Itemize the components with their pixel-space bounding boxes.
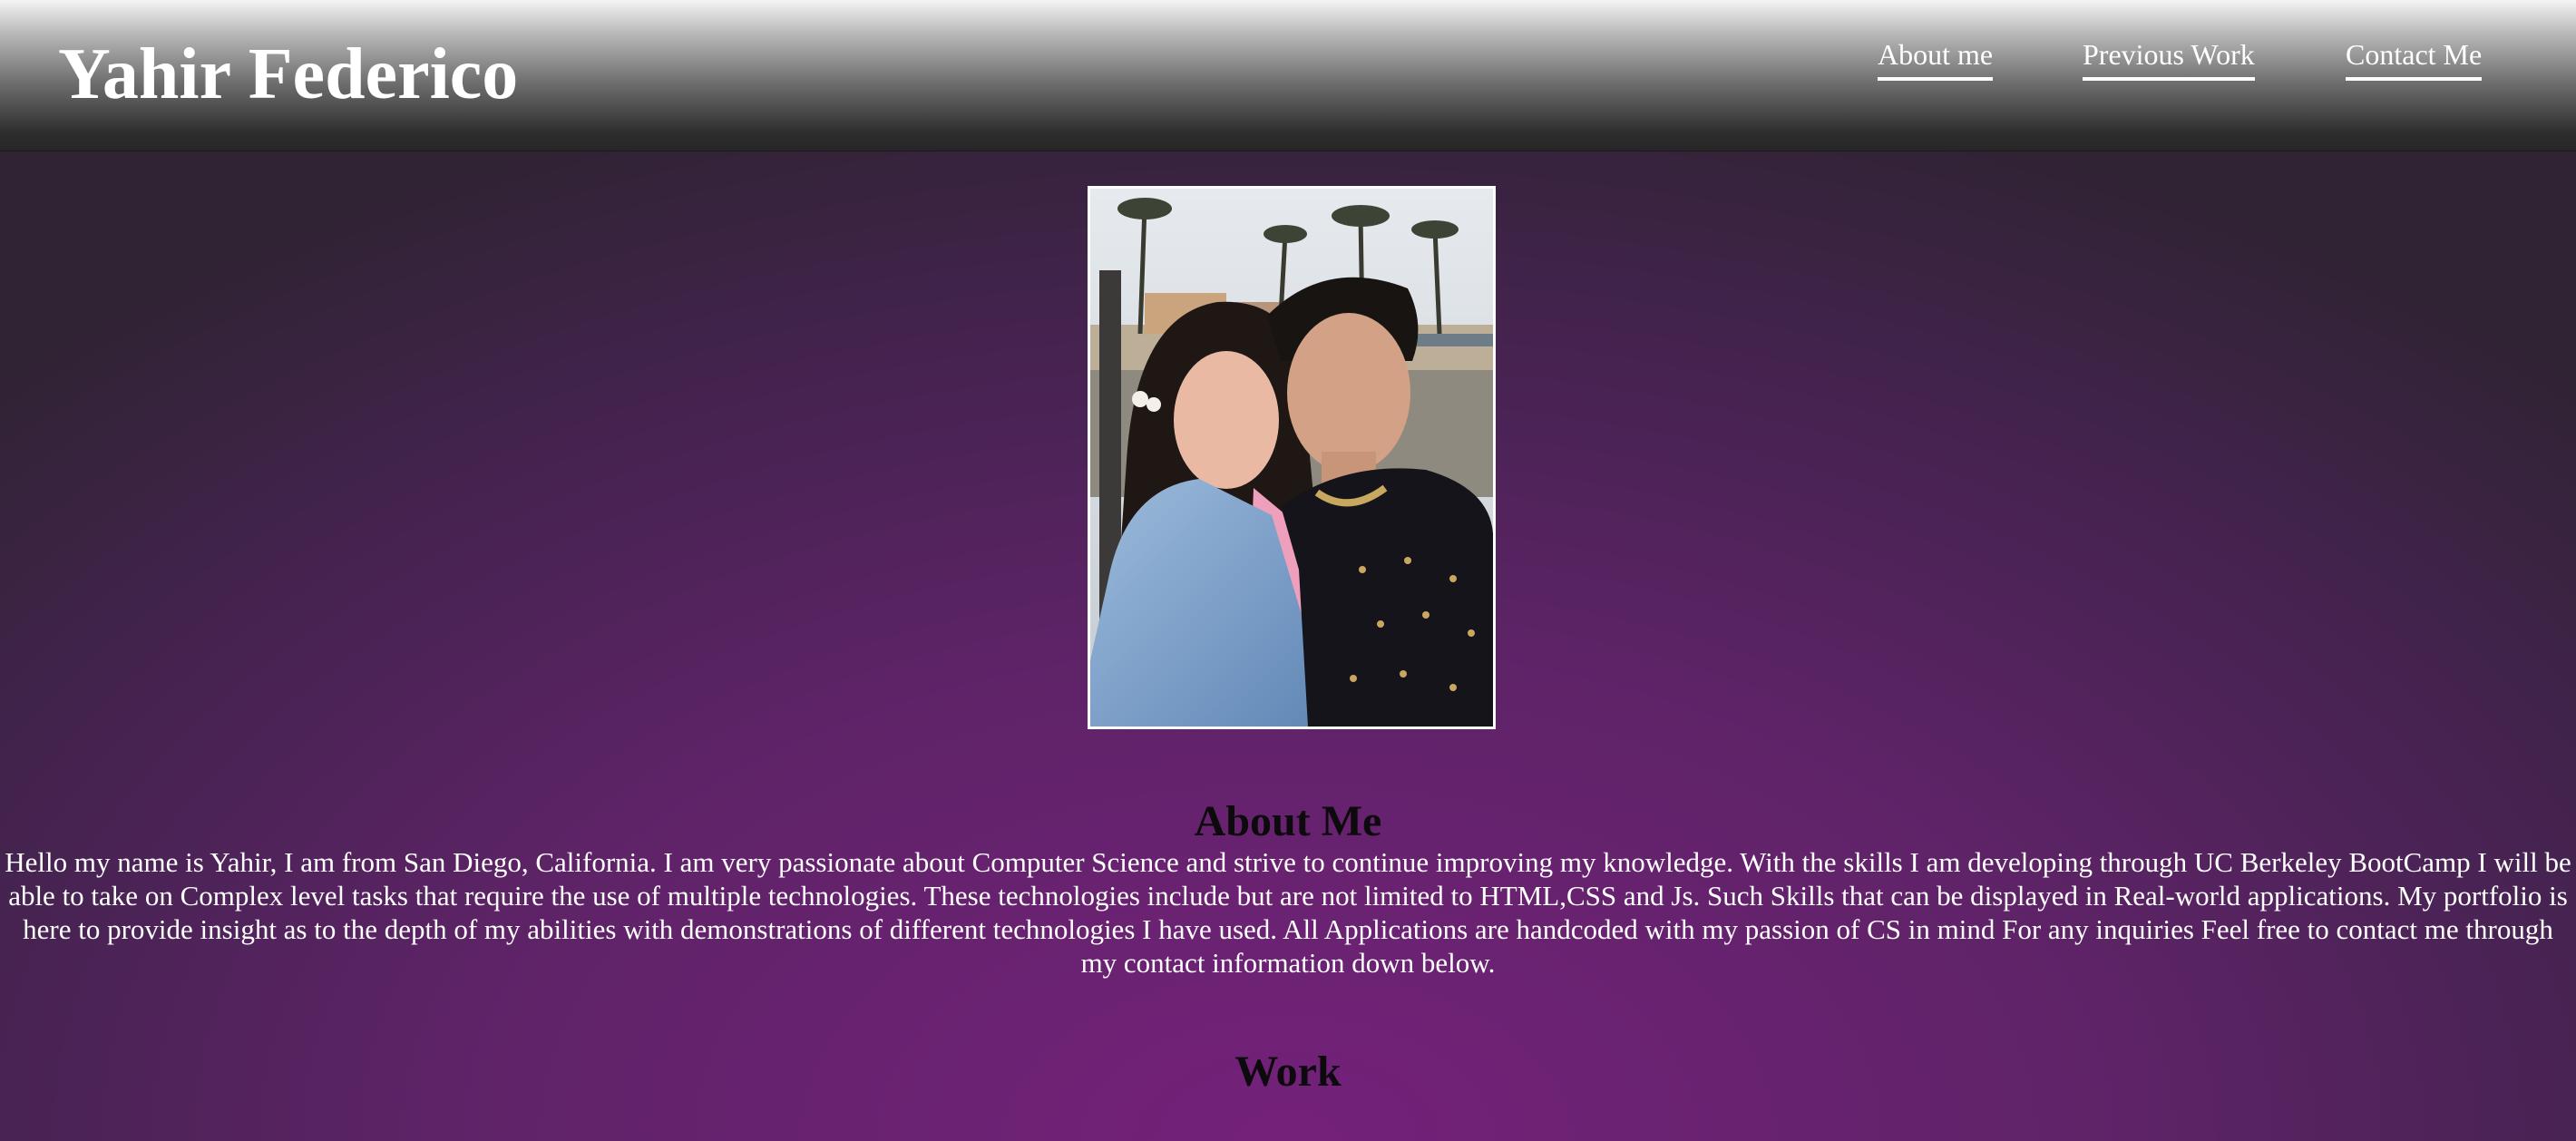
nav-link-previous-work[interactable]: Previous Work: [2083, 36, 2255, 81]
site-title: Yahir Federico: [58, 34, 519, 114]
about-heading: About Me: [1194, 797, 1382, 845]
nav-link-about-me[interactable]: About me: [1878, 36, 1994, 81]
profile-photo: [1088, 186, 1496, 729]
site-header: Yahir Federico About me Previous Work Co…: [0, 0, 2576, 151]
work-heading: Work: [1234, 1048, 1342, 1096]
about-description: Hello my name is Yahir, I am from San Di…: [5, 846, 2571, 979]
nav-link-contact-me[interactable]: Contact Me: [2346, 36, 2483, 81]
